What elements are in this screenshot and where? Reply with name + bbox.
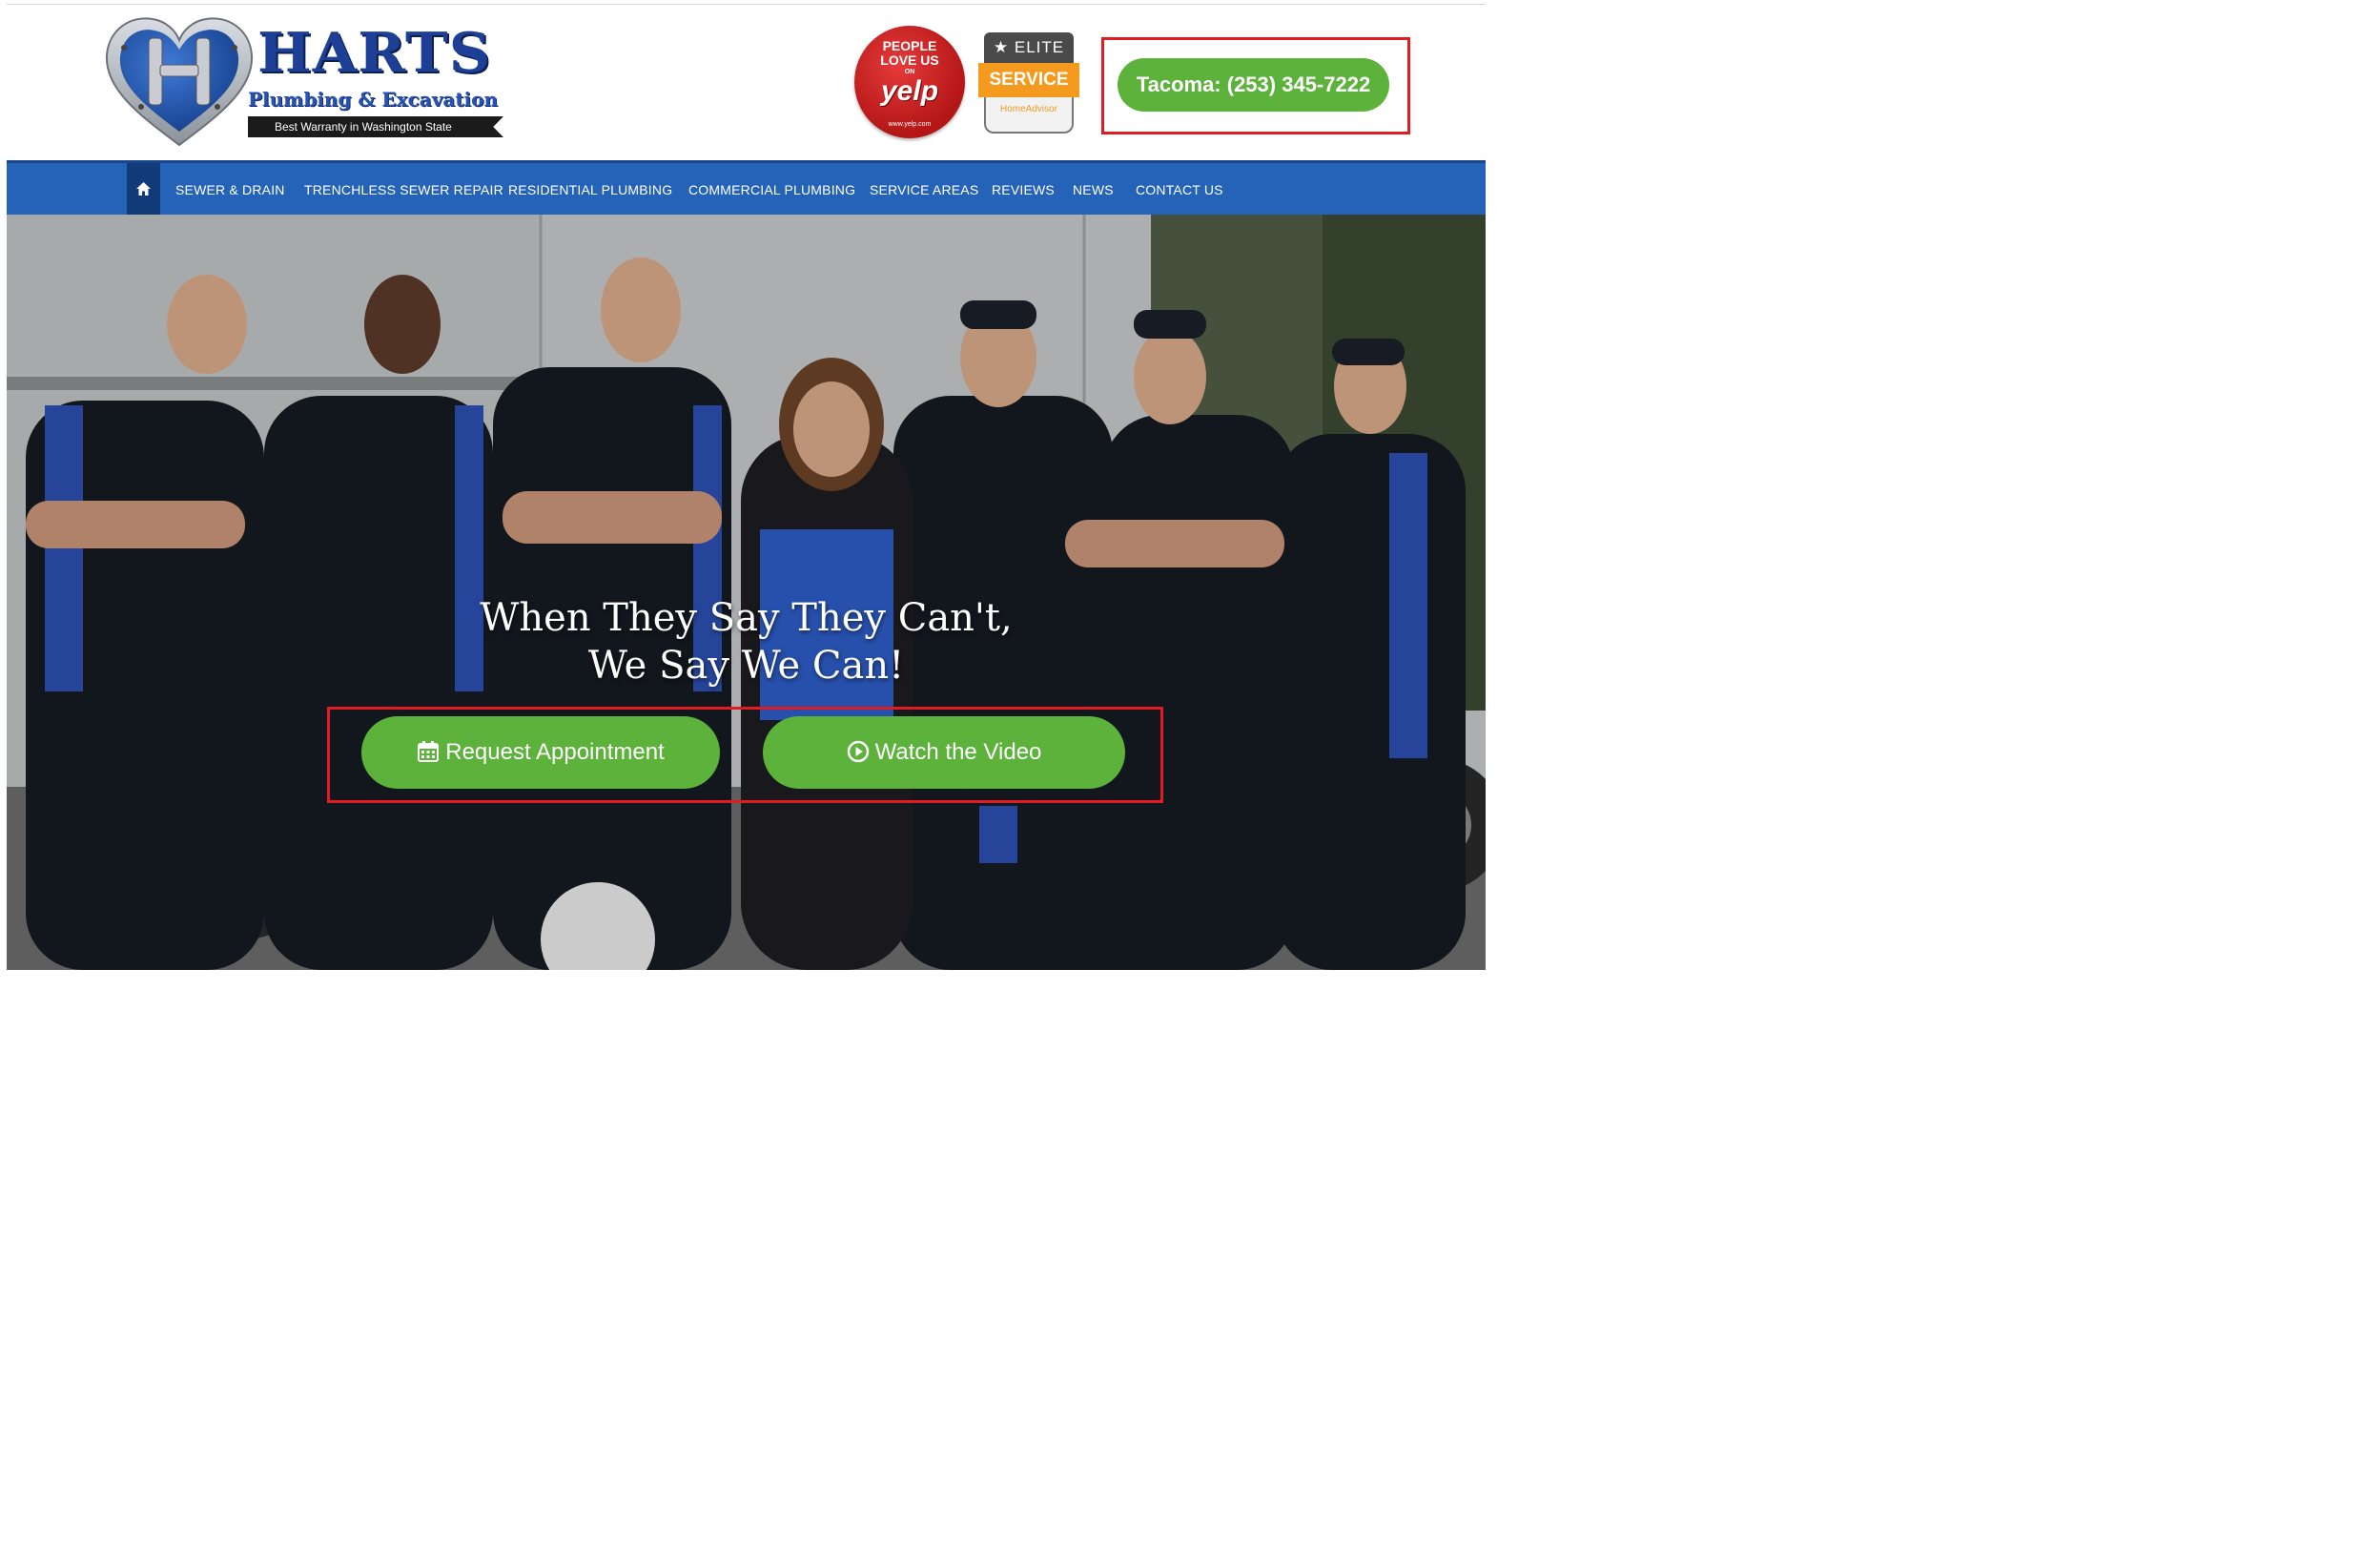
page: HARTS Plumbing & Excavation Best Warrant… bbox=[0, 0, 1488, 978]
nav-item-sewer-drain[interactable]: SEWER & DRAIN bbox=[175, 163, 285, 215]
yelp-badge-line1: PEOPLE bbox=[882, 38, 937, 53]
nav-item-residential-plumbing[interactable]: RESIDENTIAL PLUMBING bbox=[508, 163, 672, 215]
homeadvisor-elite-badge[interactable]: ★ ELITE ★ SERVICE HomeAdvisor bbox=[978, 32, 1079, 135]
heart-logo-icon bbox=[105, 17, 254, 147]
logo-tagline: Best Warranty in Washington State bbox=[275, 120, 452, 134]
nav-home-button[interactable] bbox=[127, 163, 160, 215]
watch-video-button[interactable]: Watch the Video bbox=[763, 716, 1125, 789]
yelp-badge-on: ON bbox=[904, 69, 915, 75]
nav-item-service-areas[interactable]: SERVICE AREAS bbox=[870, 163, 978, 215]
nav-item-news[interactable]: NEWS bbox=[1073, 163, 1114, 215]
main-nav: SEWER & DRAIN TRENCHLESS SEWER REPAIR RE… bbox=[7, 160, 1486, 215]
yelp-badge-url: www.yelp.com bbox=[888, 121, 932, 128]
hero-team-photo bbox=[7, 215, 1486, 970]
hero-headline-line2: We Say We Can! bbox=[587, 644, 905, 688]
play-circle-icon bbox=[847, 740, 869, 762]
home-icon bbox=[136, 182, 151, 196]
nav-item-commercial-plumbing[interactable]: COMMERCIAL PLUMBING bbox=[688, 163, 855, 215]
yelp-badge[interactable]: PEOPLE LOVE US ON yelp www.yelp.com bbox=[854, 26, 965, 138]
hero-headline: When They Say They Can't, We Say We Can! bbox=[7, 594, 1486, 690]
logo-title: HARTS bbox=[257, 21, 492, 86]
site-logo[interactable]: HARTS Plumbing & Excavation Best Warrant… bbox=[103, 13, 505, 149]
request-appointment-label: Request Appointment bbox=[445, 739, 665, 765]
request-appointment-button[interactable]: Request Appointment bbox=[361, 716, 720, 789]
nav-item-reviews[interactable]: REVIEWS bbox=[992, 163, 1055, 215]
calendar-icon bbox=[418, 740, 440, 762]
yelp-logo-text: yelp bbox=[880, 75, 939, 107]
hero-headline-line1: When They Say They Can't, bbox=[480, 596, 1013, 640]
elite-badge-bottom: HomeAdvisor bbox=[984, 97, 1074, 134]
watch-video-label: Watch the Video bbox=[874, 739, 1042, 765]
yelp-badge-line2: LOVE US bbox=[880, 52, 939, 68]
phone-call-button[interactable]: Tacoma: (253) 345-7222 bbox=[1118, 58, 1389, 112]
hero-banner: When They Say They Can't, We Say We Can!… bbox=[7, 215, 1486, 970]
logo-subtitle: Plumbing & Excavation bbox=[248, 88, 499, 111]
elite-badge-middle: SERVICE bbox=[978, 63, 1079, 97]
nav-item-trenchless-sewer-repair[interactable]: TRENCHLESS SEWER REPAIR bbox=[304, 163, 503, 215]
elite-badge-top: ★ ELITE ★ bbox=[984, 32, 1074, 87]
nav-item-contact-us[interactable]: CONTACT US bbox=[1136, 163, 1223, 215]
top-divider bbox=[7, 4, 1486, 5]
elite-badge-top-label: ELITE bbox=[1014, 38, 1065, 56]
